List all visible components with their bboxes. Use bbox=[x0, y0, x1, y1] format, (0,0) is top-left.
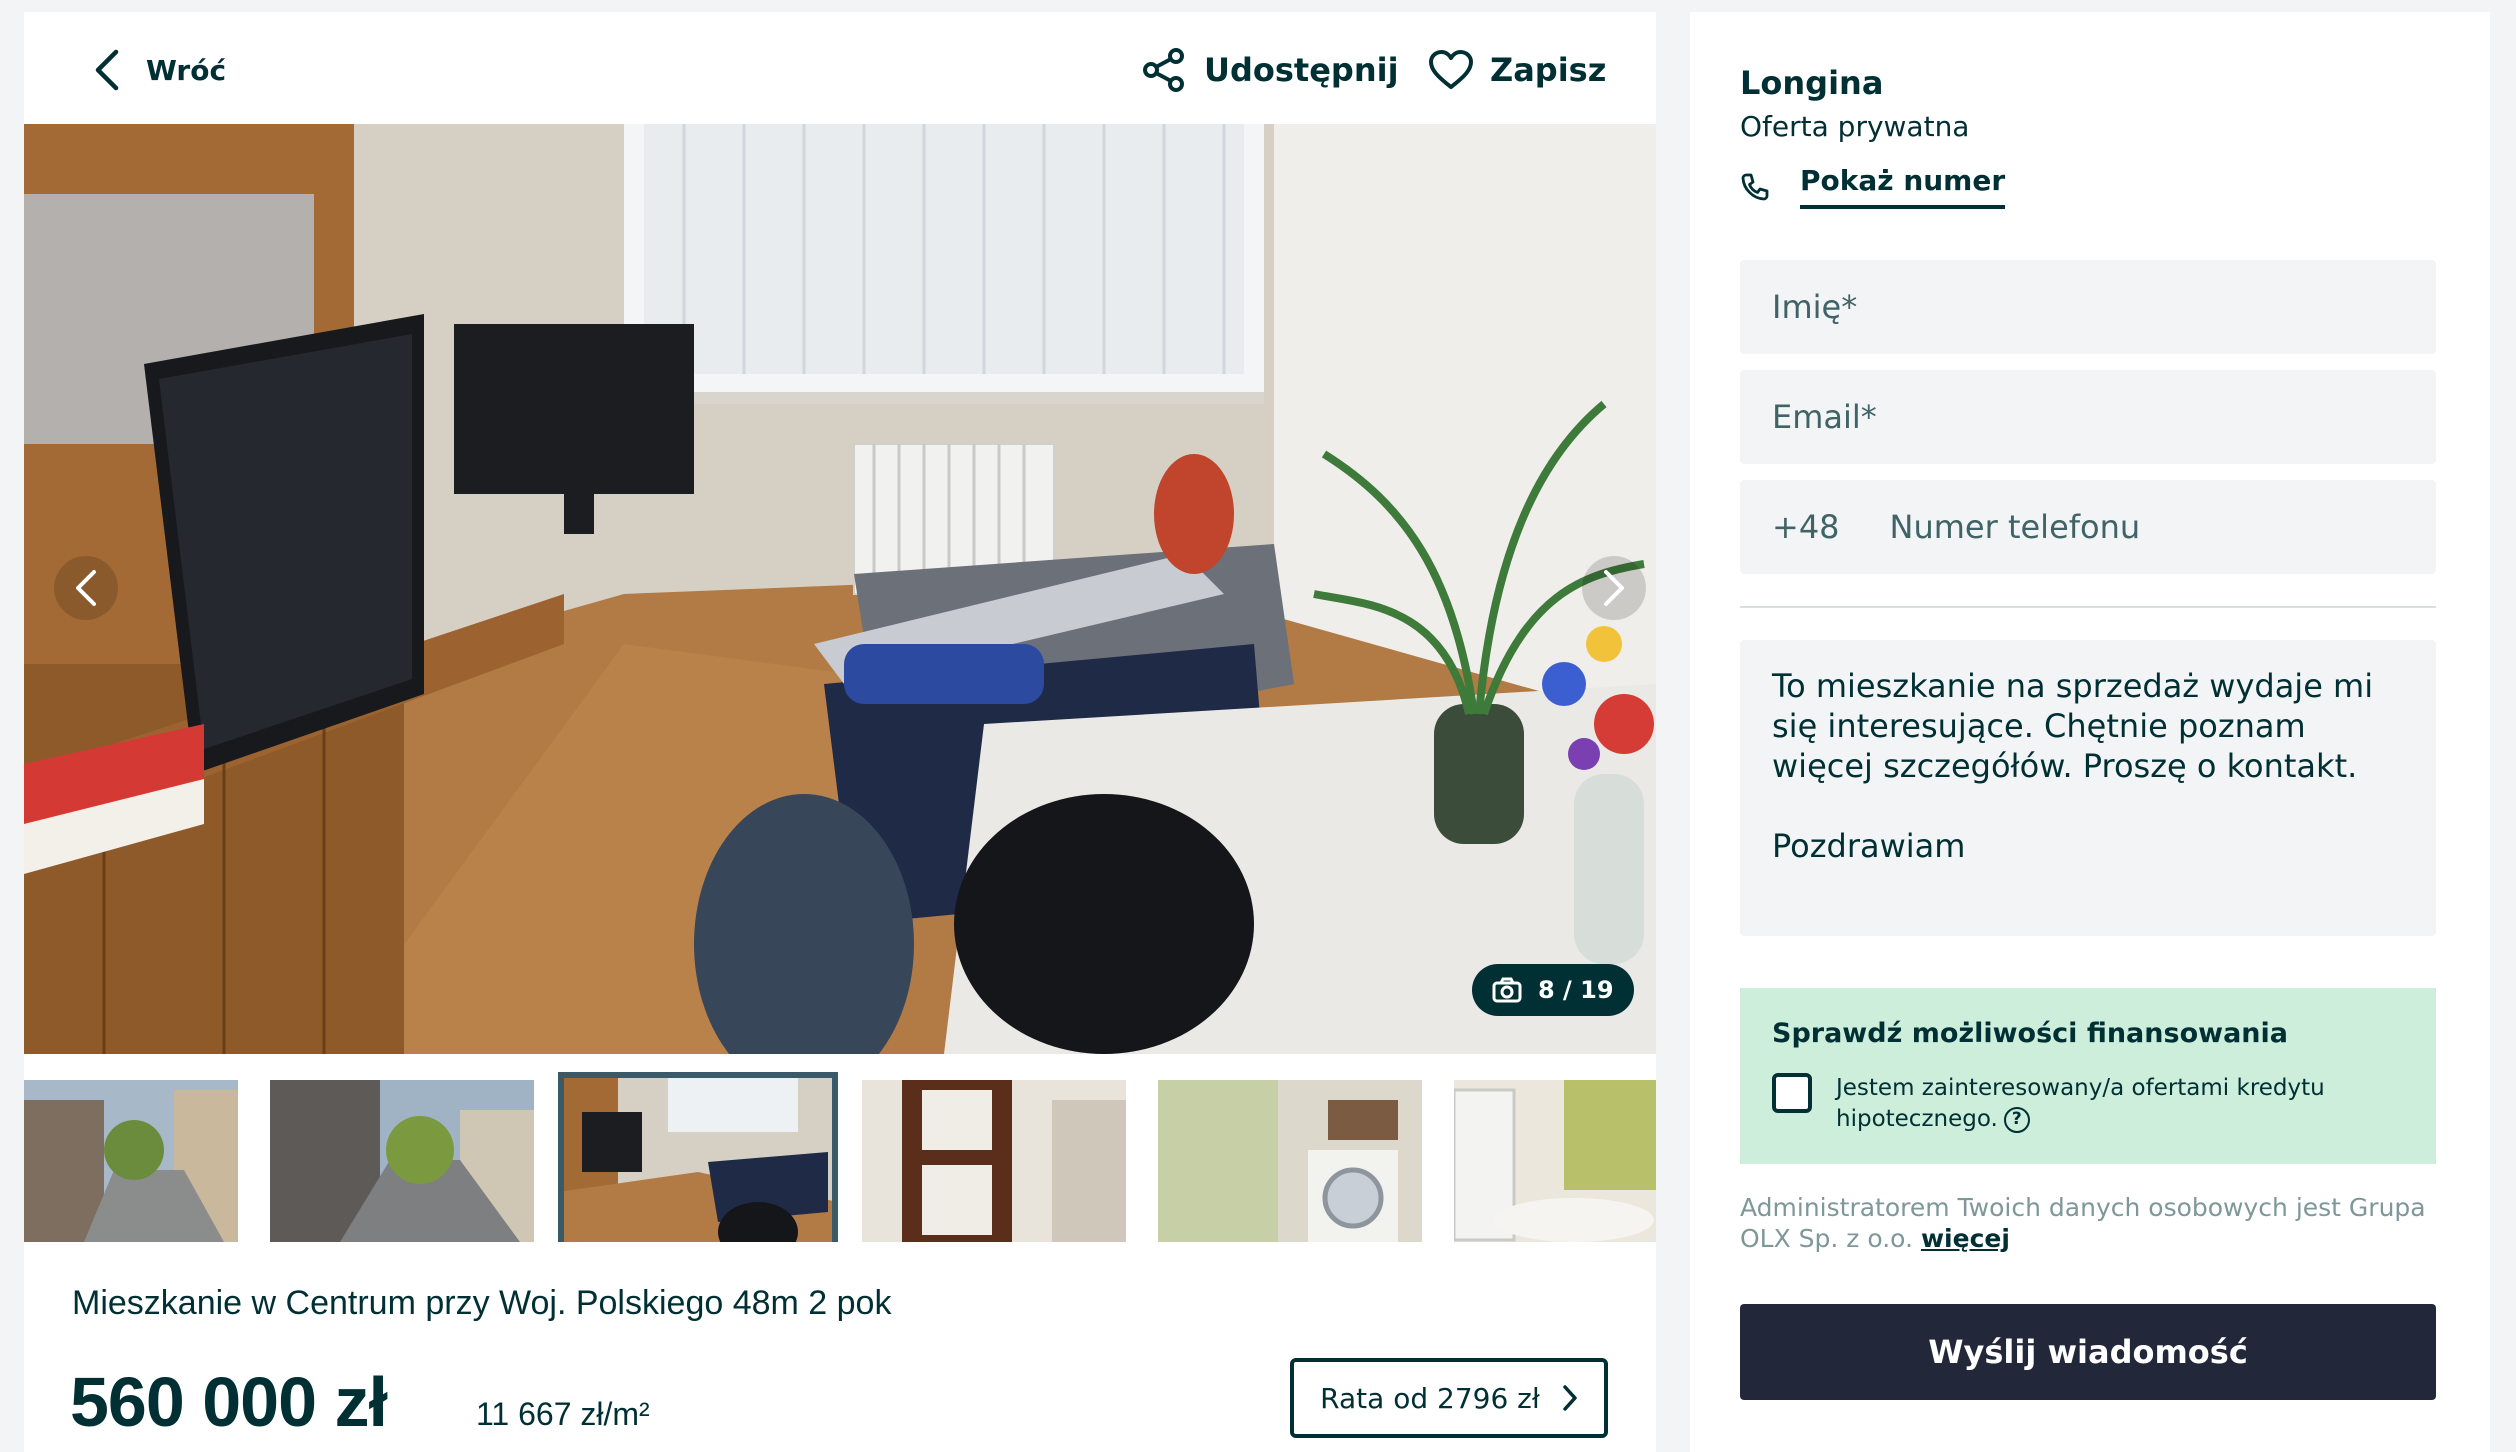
listing-title: Mieszkanie w Centrum przy Woj. Polskiego… bbox=[72, 1284, 892, 1322]
save-label: Zapisz bbox=[1490, 51, 1607, 89]
privacy-text: Administratorem Twoich danych osobowych … bbox=[1740, 1193, 2426, 1253]
seller-type: Oferta prywatna bbox=[1740, 110, 1970, 143]
back-button[interactable]: Wróć bbox=[94, 42, 226, 98]
living-room-thumb bbox=[558, 1072, 838, 1242]
thumbnail[interactable] bbox=[270, 1080, 534, 1242]
show-number-button[interactable]: Pokaż numer bbox=[1740, 164, 2006, 209]
message-textarea[interactable]: To mieszkanie na sprzedaż wydaje mi się … bbox=[1740, 640, 2436, 936]
installment-button[interactable]: Rata od 2796 zł bbox=[1290, 1358, 1608, 1438]
show-number-label: Pokaż numer bbox=[1800, 164, 2006, 209]
save-button[interactable]: Zapisz bbox=[1428, 42, 1606, 98]
door-photo bbox=[862, 1080, 1126, 1242]
photo-counter-text: 8 / 19 bbox=[1538, 976, 1614, 1004]
street-view-photo bbox=[24, 1080, 238, 1242]
name-placeholder: Imię* bbox=[1772, 288, 1858, 326]
bathroom-photo bbox=[1454, 1080, 1656, 1242]
send-message-button[interactable]: Wyślij wiadomość bbox=[1740, 1304, 2436, 1400]
price-per-square-meter: 11 667 zł/m² bbox=[476, 1396, 650, 1432]
email-placeholder: Email* bbox=[1772, 398, 1877, 436]
share-label: Udostępnij bbox=[1204, 51, 1399, 89]
heart-icon bbox=[1429, 50, 1473, 89]
name-input[interactable]: Imię* bbox=[1740, 260, 2436, 354]
seller-name: Longina bbox=[1740, 64, 1884, 102]
listing-price: 560 000 zł bbox=[70, 1363, 388, 1441]
contact-panel: Longina Oferta prywatna Pokaż numer Imię… bbox=[1690, 12, 2490, 1452]
email-input[interactable]: Email* bbox=[1740, 370, 2436, 464]
next-photo-button[interactable] bbox=[1582, 556, 1646, 620]
chevron-left-icon bbox=[95, 49, 119, 91]
listing-card: Wróć Udostępnij Zapisz 8 / 19 Mieszkanie… bbox=[24, 12, 1656, 1452]
mortgage-checkbox-text: Jestem zainteresowany/a ofertami kredytu… bbox=[1836, 1073, 2404, 1135]
send-message-label: Wyślij wiadomość bbox=[1928, 1333, 2248, 1371]
camera-icon bbox=[1492, 977, 1522, 1003]
chevron-right-icon bbox=[1563, 1385, 1577, 1411]
privacy-more-link[interactable]: więcej bbox=[1921, 1224, 2010, 1253]
thumbnail[interactable] bbox=[24, 1080, 238, 1242]
chevron-right-icon bbox=[1604, 570, 1624, 606]
thumbnail[interactable] bbox=[1454, 1080, 1656, 1242]
street-view-photo bbox=[270, 1080, 534, 1242]
previous-photo-button[interactable] bbox=[54, 556, 118, 620]
bathroom-photo bbox=[1158, 1080, 1422, 1242]
photo-counter: 8 / 19 bbox=[1472, 964, 1634, 1016]
listing-toolbar: Wróć Udostępnij Zapisz bbox=[24, 12, 1656, 124]
financing-box: Sprawdź możliwości finansowania Jestem z… bbox=[1740, 988, 2436, 1164]
message-body: To mieszkanie na sprzedaż wydaje mi się … bbox=[1772, 667, 2374, 785]
help-icon[interactable]: ? bbox=[2003, 1106, 2030, 1133]
chevron-left-icon bbox=[76, 570, 96, 606]
thumbnail-active[interactable] bbox=[558, 1072, 838, 1242]
financing-heading: Sprawdź możliwości finansowania bbox=[1772, 1018, 2288, 1049]
phone-icon bbox=[1741, 173, 1769, 200]
back-label: Wróć bbox=[146, 53, 227, 87]
thumbnail[interactable] bbox=[862, 1080, 1126, 1242]
phone-prefix: +48 bbox=[1772, 508, 1840, 546]
mortgage-checkbox-label: Jestem zainteresowany/a ofertami kredytu… bbox=[1836, 1075, 2325, 1132]
mortgage-checkbox[interactable] bbox=[1772, 1073, 1812, 1113]
installment-label: Rata od 2796 zł bbox=[1320, 1381, 1540, 1415]
phone-input[interactable]: +48 Numer telefonu bbox=[1740, 480, 2436, 574]
privacy-notice: Administratorem Twoich danych osobowych … bbox=[1740, 1192, 2440, 1254]
thumbnail-strip bbox=[24, 1066, 1656, 1242]
main-photo[interactable]: 8 / 19 bbox=[24, 124, 1656, 1054]
share-button[interactable]: Udostępnij bbox=[1142, 42, 1399, 98]
share-icon bbox=[1143, 48, 1184, 92]
phone-placeholder: Numer telefonu bbox=[1889, 508, 2141, 546]
form-divider bbox=[1740, 606, 2436, 608]
thumbnail[interactable] bbox=[1158, 1080, 1422, 1242]
message-greeting: Pozdrawiam bbox=[1772, 827, 1966, 865]
living-room-photo bbox=[24, 124, 1656, 1054]
